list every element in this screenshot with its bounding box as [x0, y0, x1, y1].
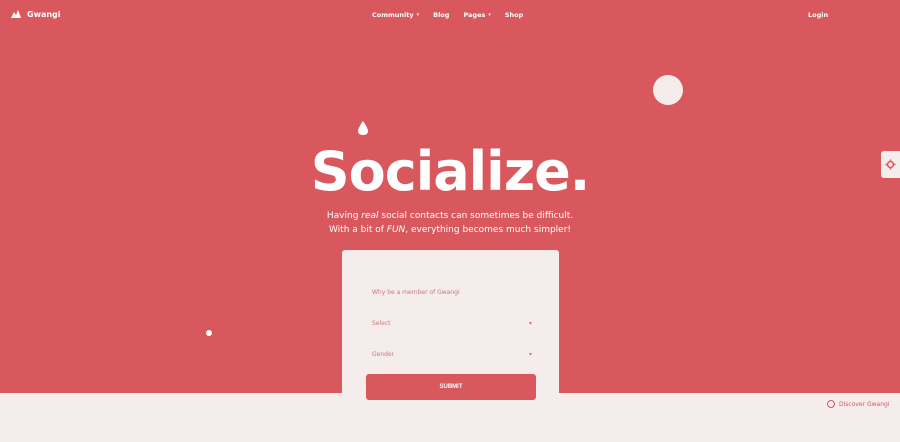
gender-dropdown[interactable]: Gender ▾ — [372, 347, 532, 361]
menu-item-blog[interactable]: Blog — [433, 11, 449, 19]
menu-item-pages[interactable]: Pages ▾ — [463, 11, 490, 19]
hero-title: Socialize. — [310, 140, 591, 203]
decorative-drop-icon — [358, 121, 368, 135]
login-link[interactable]: Login — [808, 11, 828, 19]
chevron-down-icon: ▾ — [488, 12, 491, 18]
decorative-bubble — [653, 75, 683, 105]
brand-logo[interactable]: Gwangi — [10, 9, 61, 19]
menu-item-community[interactable]: Community ▾ — [372, 11, 419, 19]
hero-subtitle-line-1: Having real social contacts can sometime… — [326, 211, 574, 221]
submit-button[interactable]: SUBMIT — [366, 374, 536, 400]
discover-link[interactable]: Discover Gwangi — [827, 400, 890, 408]
select-dropdown[interactable]: Select ▾ — [372, 316, 532, 330]
menu-item-shop[interactable]: Shop — [505, 11, 523, 19]
settings-tab[interactable] — [881, 151, 900, 178]
logo-icon — [11, 10, 21, 18]
discover-icon — [827, 400, 835, 408]
reason-field[interactable]: Why be a member of Gwangi — [372, 285, 532, 299]
main-menu: Community ▾ Blog Pages ▾ Shop — [372, 11, 523, 19]
chevron-down-icon: ▾ — [416, 12, 420, 18]
top-navbar: Gwangi Community ▾ Blog Pages ▾ Shop Log… — [0, 0, 900, 32]
gear-icon — [885, 159, 896, 170]
chevron-down-icon: ▾ — [528, 319, 532, 327]
brand-name: Gwangi — [27, 9, 61, 19]
chevron-down-icon: ▾ — [528, 350, 532, 358]
decorative-dot — [206, 330, 212, 336]
signup-card: Why be a member of Gwangi Select ▾ Gende… — [342, 250, 559, 410]
hero-subtitle: Having real social contacts can sometime… — [0, 209, 900, 237]
hero-subtitle-line-2: With a bit of FUN, everything becomes mu… — [328, 225, 572, 235]
